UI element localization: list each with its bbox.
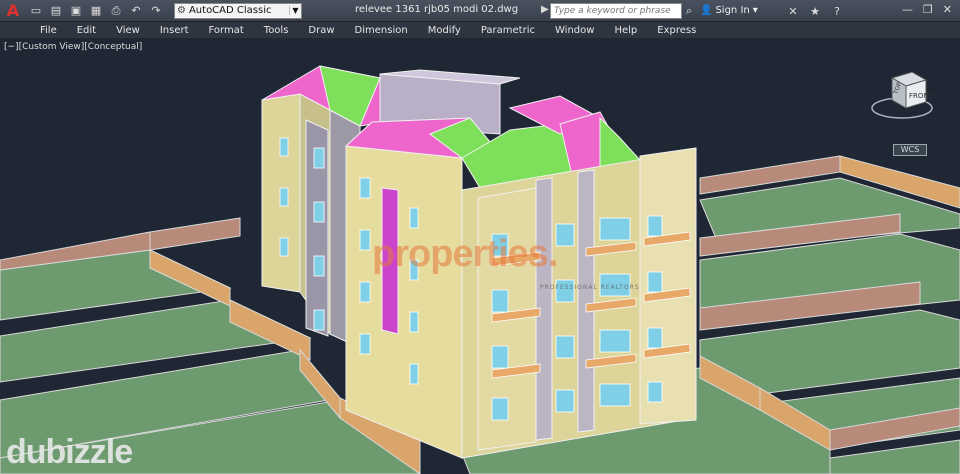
minimize-icon[interactable]: — bbox=[902, 3, 913, 16]
menu-window[interactable]: Window bbox=[555, 25, 594, 36]
search-icon[interactable]: ⌕ bbox=[686, 4, 692, 18]
chevron-down-icon: ▾ bbox=[752, 5, 758, 16]
close-icon[interactable]: ✕ bbox=[943, 3, 952, 16]
drawing-viewport[interactable]: [−][Custom View][Conceptual] FRONT TOP W… bbox=[0, 38, 960, 474]
undo-icon[interactable]: ↶ bbox=[128, 3, 144, 19]
menu-bar: File Edit View Insert Format Tools Draw … bbox=[0, 22, 960, 38]
chevron-down-icon: ▼ bbox=[289, 6, 301, 15]
save-as-icon[interactable]: ▦ bbox=[88, 3, 104, 19]
gear-icon: ⚙ bbox=[177, 5, 186, 16]
menu-edit[interactable]: Edit bbox=[77, 25, 96, 36]
autocad-logo-icon[interactable]: A bbox=[0, 0, 26, 22]
menu-modify[interactable]: Modify bbox=[428, 25, 461, 36]
save-icon[interactable]: ▣ bbox=[68, 3, 84, 19]
menu-help[interactable]: Help bbox=[614, 25, 637, 36]
print-icon[interactable]: ⎙ bbox=[108, 3, 124, 19]
menu-tools[interactable]: Tools bbox=[264, 25, 289, 36]
menu-dimension[interactable]: Dimension bbox=[355, 25, 408, 36]
restore-icon[interactable]: ❐ bbox=[923, 3, 933, 16]
viewcube-front-label: FRONT bbox=[909, 92, 934, 100]
menu-insert[interactable]: Insert bbox=[160, 25, 189, 36]
document-title: relevee 1361 rjb05 modi 02.dwg bbox=[355, 4, 519, 15]
wcs-menu[interactable]: WCS bbox=[893, 144, 927, 156]
new-file-icon[interactable]: ▭ bbox=[28, 3, 44, 19]
search-input[interactable]: Type a keyword or phrase bbox=[550, 3, 682, 19]
menu-file[interactable]: File bbox=[40, 25, 57, 36]
community-icon[interactable]: ★ bbox=[807, 3, 823, 19]
workspace-select[interactable]: ⚙ AutoCAD Classic ▼ bbox=[174, 2, 302, 19]
menu-format[interactable]: Format bbox=[209, 25, 244, 36]
menu-parametric[interactable]: Parametric bbox=[481, 25, 535, 36]
menu-view[interactable]: View bbox=[116, 25, 140, 36]
sign-in-label: Sign In bbox=[715, 5, 750, 16]
menu-draw[interactable]: Draw bbox=[308, 25, 334, 36]
exchange-icon[interactable]: ✕ bbox=[785, 3, 801, 19]
help-icon[interactable]: ? bbox=[829, 3, 845, 19]
workspace-label: AutoCAD Classic bbox=[188, 5, 272, 16]
viewcube[interactable]: FRONT TOP bbox=[868, 68, 938, 128]
menu-express[interactable]: Express bbox=[657, 25, 696, 36]
properties-tagline: PROFESSIONAL REALTORS bbox=[540, 284, 640, 291]
user-icon: 👤 bbox=[700, 5, 713, 16]
title-bar: A ▭ ▤ ▣ ▦ ⎙ ↶ ↷ ⚙ AutoCAD Classic ▼ rele… bbox=[0, 0, 960, 22]
redo-icon[interactable]: ↷ bbox=[148, 3, 164, 19]
dubizzle-watermark: dubizzle bbox=[6, 433, 133, 471]
viewport-controls-label[interactable]: [−][Custom View][Conceptual] bbox=[4, 42, 142, 52]
sign-in-button[interactable]: 👤 Sign In ▾ bbox=[700, 5, 758, 16]
chevron-right-icon[interactable]: ▶ bbox=[541, 4, 549, 15]
properties-watermark-text: properties. bbox=[372, 233, 558, 275]
properties-watermark: properties. bbox=[372, 233, 558, 276]
open-folder-icon[interactable]: ▤ bbox=[48, 3, 64, 19]
